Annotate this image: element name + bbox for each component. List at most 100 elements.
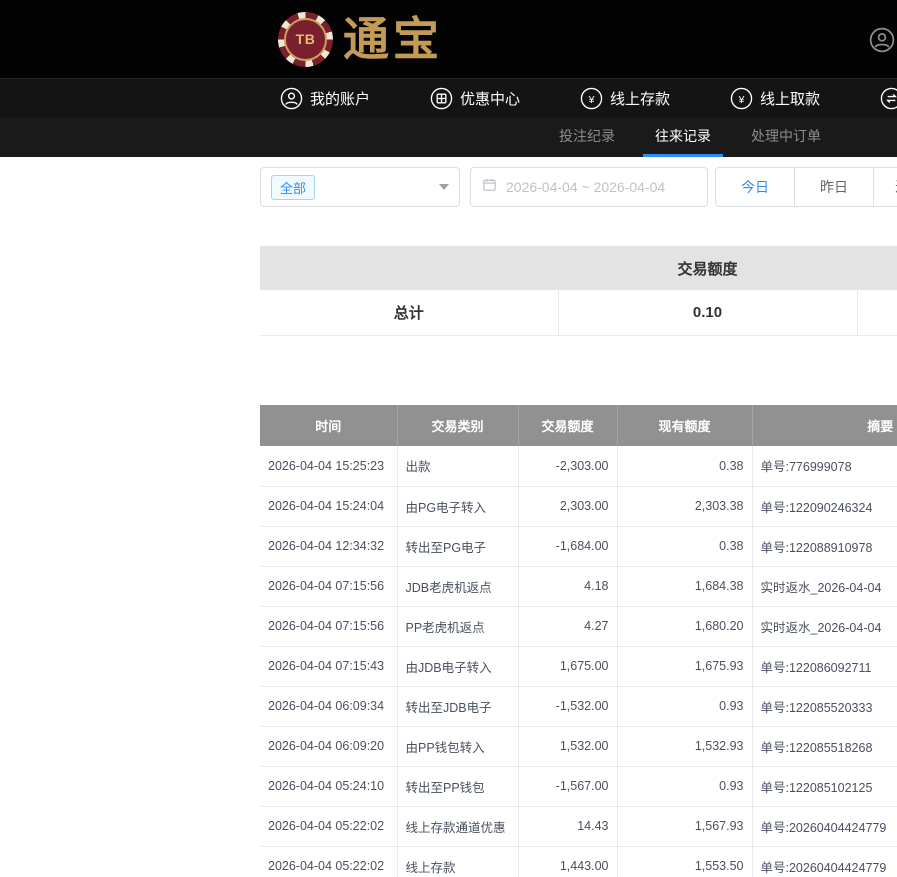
cell-balance: 1,532.93 <box>617 726 752 766</box>
nav-item-label: 线上取款 <box>760 88 820 109</box>
cell-amount: -2,303.00 <box>518 446 617 486</box>
top-bar: TB 通宝 <box>0 0 897 78</box>
cell-summary: 单号:20260404424779 <box>752 806 897 846</box>
nav-item-promotions[interactable]: 优惠中心 <box>430 87 520 110</box>
cell-amount: 1,532.00 <box>518 726 617 766</box>
cell-summary: 单号:122085518268 <box>752 726 897 766</box>
records-header-row: 时间 交易类别 交易额度 现有额度 摘要 <box>260 405 897 446</box>
cell-type: 由PP钱包转入 <box>397 726 518 766</box>
date-range-value: 2026-04-04 ~ 2026-04-04 <box>506 179 665 195</box>
user-icon <box>280 87 303 110</box>
cell-time: 2026-04-04 05:24:10 <box>260 766 397 806</box>
cell-amount: 4.27 <box>518 606 617 646</box>
cell-balance: 2,303.38 <box>617 486 752 526</box>
logo-chip-badge: TB <box>284 18 327 61</box>
summary-total-clipped <box>857 290 897 335</box>
selected-type-tag: 全部 <box>271 175 315 200</box>
cell-time: 2026-04-04 07:15:43 <box>260 646 397 686</box>
cell-amount: -1,567.00 <box>518 766 617 806</box>
table-row: 2026-04-04 05:22:02 线上存款 1,443.00 1,553.… <box>260 846 897 877</box>
cell-type: 转出至PG电子 <box>397 526 518 566</box>
nav-item-withdraw[interactable]: ¥ 线上取款 <box>730 87 820 110</box>
cell-summary: 单号:122088910978 <box>752 526 897 566</box>
summary-table: 交易额度 总计 0.10 <box>260 246 897 336</box>
table-row: 2026-04-04 15:24:04 由PG电子转入 2,303.00 2,3… <box>260 486 897 526</box>
table-row: 2026-04-04 07:15:43 由JDB电子转入 1,675.00 1,… <box>260 646 897 686</box>
quick-range-group: 今日 昨日 近7日 <box>715 167 897 207</box>
summary-header-row: 交易额度 <box>260 246 897 290</box>
nav-item-my-account[interactable]: 我的账户 <box>280 87 370 110</box>
cell-amount: 1,675.00 <box>518 646 617 686</box>
tab-transaction-records[interactable]: 往来记录 <box>643 117 723 157</box>
cell-amount: 4.18 <box>518 566 617 606</box>
tab-bet-records[interactable]: 投注纪录 <box>547 117 627 157</box>
date-range-input[interactable]: 2026-04-04 ~ 2026-04-04 <box>470 167 708 207</box>
svg-text:¥: ¥ <box>738 93 745 105</box>
cell-summary: 实时返水_2026-04-04 <box>752 606 897 646</box>
records-table: 时间 交易类别 交易额度 现有额度 摘要 2026-04-04 15:25:23… <box>260 405 897 877</box>
col-header-time: 时间 <box>260 405 397 446</box>
cell-time: 2026-04-04 12:34:32 <box>260 526 397 566</box>
cell-summary: 单号:776999078 <box>752 446 897 486</box>
summary-header-blank <box>260 246 558 290</box>
cell-type: 由JDB电子转入 <box>397 646 518 686</box>
cell-balance: 0.38 <box>617 446 752 486</box>
withdraw-icon: ¥ <box>730 87 753 110</box>
table-row: 2026-04-04 15:25:23 出款 -2,303.00 0.38 单号… <box>260 446 897 486</box>
svg-text:¥: ¥ <box>588 93 595 105</box>
cell-time: 2026-04-04 07:15:56 <box>260 606 397 646</box>
col-header-summary: 摘要 <box>752 405 897 446</box>
nav-item-deposit[interactable]: ¥ 线上存款 <box>580 87 670 110</box>
nav-item-transfer[interactable] <box>880 87 897 110</box>
cell-summary: 单号:122086092711 <box>752 646 897 686</box>
cell-summary: 单号:20260404424779 <box>752 846 897 877</box>
cell-balance: 0.93 <box>617 686 752 726</box>
page: TB 通宝 我的账户 <box>0 0 897 877</box>
cell-type: PP老虎机返点 <box>397 606 518 646</box>
summary-total-row: 总计 0.10 <box>260 290 897 335</box>
transaction-type-select[interactable]: 全部 <box>260 167 460 207</box>
cell-amount: 2,303.00 <box>518 486 617 526</box>
cell-summary: 单号:122090246324 <box>752 486 897 526</box>
cell-type: 线上存款通道优惠 <box>397 806 518 846</box>
transfer-icon <box>880 87 897 110</box>
cell-time: 2026-04-04 05:22:02 <box>260 806 397 846</box>
today-button[interactable]: 今日 <box>715 167 795 207</box>
cell-time: 2026-04-04 06:09:34 <box>260 686 397 726</box>
table-row: 2026-04-04 06:09:20 由PP钱包转入 1,532.00 1,5… <box>260 726 897 766</box>
tab-processing-orders[interactable]: 处理中订单 <box>739 117 833 157</box>
nav-item-label: 线上存款 <box>610 88 670 109</box>
table-row: 2026-04-04 05:22:02 线上存款通道优惠 14.43 1,567… <box>260 806 897 846</box>
cell-type: 转出至JDB电子 <box>397 686 518 726</box>
nav-item-label: 我的账户 <box>310 88 370 109</box>
col-header-balance: 现有额度 <box>617 405 752 446</box>
promo-icon <box>430 87 453 110</box>
cell-summary: 实时返水_2026-04-04 <box>752 566 897 606</box>
col-header-amount: 交易额度 <box>518 405 617 446</box>
cell-balance: 1,680.20 <box>617 606 752 646</box>
chevron-down-icon <box>439 184 449 190</box>
cell-time: 2026-04-04 15:24:04 <box>260 486 397 526</box>
cell-balance: 0.93 <box>617 766 752 806</box>
cell-time: 2026-04-04 15:25:23 <box>260 446 397 486</box>
deposit-icon: ¥ <box>580 87 603 110</box>
brand-logo[interactable]: TB 通宝 <box>278 10 443 68</box>
last-7-days-button[interactable]: 近7日 <box>873 167 897 207</box>
calendar-icon <box>481 176 498 198</box>
cell-balance: 1,675.93 <box>617 646 752 686</box>
cell-type: 由PG电子转入 <box>397 486 518 526</box>
account-avatar-icon[interactable] <box>869 27 895 53</box>
logo-chip-icon: TB <box>278 12 333 67</box>
cell-summary: 单号:122085102125 <box>752 766 897 806</box>
cell-amount: -1,684.00 <box>518 526 617 566</box>
cell-balance: 1,567.93 <box>617 806 752 846</box>
cell-amount: 1,443.00 <box>518 846 617 877</box>
nav-item-label: 优惠中心 <box>460 88 520 109</box>
cell-balance: 1,684.38 <box>617 566 752 606</box>
table-row: 2026-04-04 07:15:56 PP老虎机返点 4.27 1,680.2… <box>260 606 897 646</box>
yesterday-button[interactable]: 昨日 <box>794 167 874 207</box>
cell-type: 出款 <box>397 446 518 486</box>
summary-header-clipped <box>857 246 897 290</box>
summary-header-amount: 交易额度 <box>558 246 857 290</box>
filter-bar: 全部 2026-04-04 ~ 2026-04-04 今日 昨日 近7日 <box>260 167 897 207</box>
